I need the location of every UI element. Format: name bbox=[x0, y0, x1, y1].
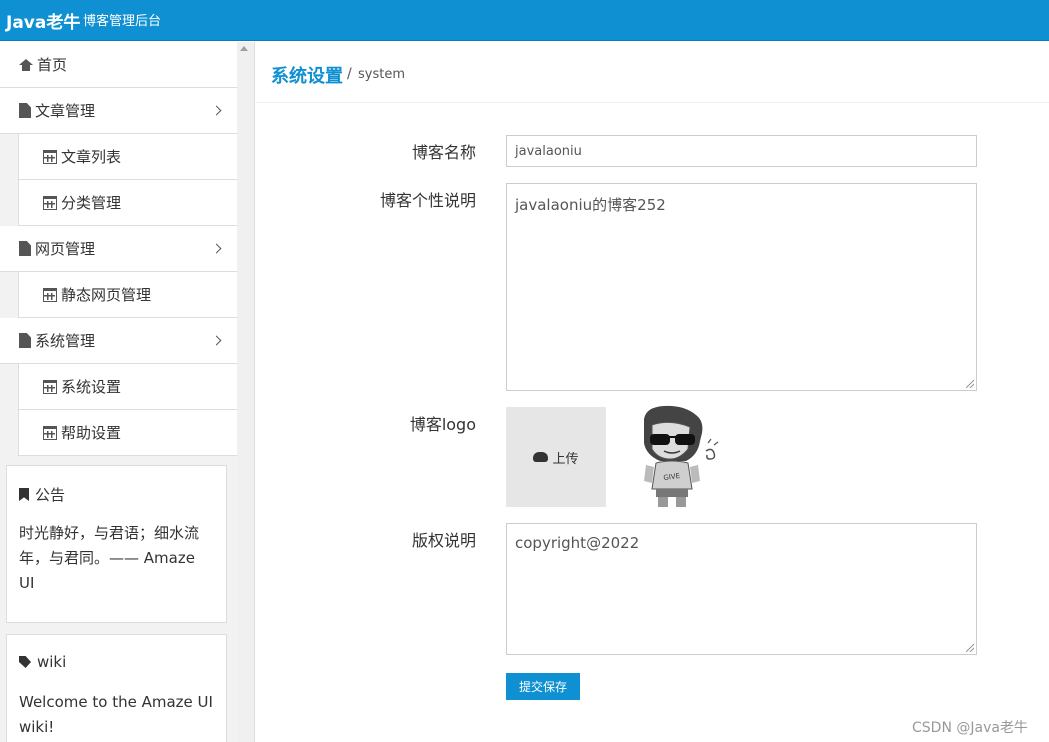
notice-line: 年，与君同。—— Amaze bbox=[19, 549, 195, 567]
file-icon bbox=[19, 103, 31, 118]
sidebar-nav: 首页 文章管理 文章列表 分类管理 网页管理 静态网页管理 系统管理 系统设置 … bbox=[0, 42, 237, 456]
notice-panel: 公告 时光静好，与君语；细水流 年，与君同。—— Amaze UI bbox=[6, 465, 227, 623]
blog-name-label: 博客名称 bbox=[411, 143, 476, 162]
notice-line: UI bbox=[19, 574, 35, 592]
calendar-icon bbox=[43, 195, 57, 210]
wiki-line: Welcome to the Amaze UI bbox=[19, 693, 213, 711]
sidebar-item-label: 文章列表 bbox=[61, 148, 122, 166]
notice-text: 时光静好，与君语；细水流 年，与君同。—— Amaze UI bbox=[19, 521, 219, 596]
sidebar-item-article-list[interactable]: 文章列表 bbox=[18, 134, 237, 180]
chevron-right-icon bbox=[211, 335, 222, 346]
sidebar-scrollbar[interactable] bbox=[237, 42, 254, 742]
sidebar-item-label: 帮助设置 bbox=[61, 424, 122, 442]
scroll-up-arrow-icon[interactable] bbox=[240, 46, 248, 51]
page-title: 系统设置 bbox=[271, 66, 343, 87]
wiki-panel-title: wiki bbox=[19, 653, 66, 671]
wiki-line: wiki! bbox=[19, 718, 55, 736]
resize-handle-icon[interactable] bbox=[966, 644, 974, 652]
blog-name-input[interactable]: javalaoniu bbox=[506, 135, 977, 167]
sidebar-item-label: 首页 bbox=[37, 56, 68, 74]
wiki-panel: wiki Welcome to the Amaze UI wiki! bbox=[6, 634, 227, 742]
file-icon bbox=[19, 333, 31, 348]
chevron-right-icon bbox=[211, 243, 222, 254]
notice-line: 时光静好，与君语；细水流 bbox=[19, 524, 200, 542]
upload-button[interactable]: 上传 bbox=[506, 407, 606, 507]
cloud-upload-icon bbox=[533, 452, 549, 462]
blog-description-textarea[interactable]: javalaoniu的博客252 bbox=[506, 183, 977, 391]
calendar-icon bbox=[43, 379, 57, 394]
copyright-textarea[interactable]: copyright@2022 bbox=[506, 523, 977, 655]
file-icon bbox=[19, 241, 31, 256]
wiki-title: wiki bbox=[37, 653, 67, 671]
submit-save-button[interactable]: 提交保存 bbox=[506, 673, 580, 700]
blog-logo-image: GIVE bbox=[644, 405, 719, 507]
sidebar-item-webpage-management[interactable]: 网页管理 bbox=[0, 226, 237, 272]
sidebar-item-home[interactable]: 首页 bbox=[0, 42, 237, 88]
sidebar-item-category-management[interactable]: 分类管理 bbox=[18, 180, 237, 226]
sidebar-item-label: 静态网页管理 bbox=[61, 286, 152, 304]
sidebar: 首页 文章管理 文章列表 分类管理 网页管理 静态网页管理 系统管理 系统设置 … bbox=[0, 42, 255, 742]
chevron-right-icon bbox=[211, 105, 222, 116]
bookmark-icon bbox=[19, 488, 29, 501]
brand-logo-text[interactable]: Java老牛 bbox=[6, 8, 80, 33]
calendar-icon bbox=[43, 425, 57, 440]
watermark: CSDN @Java老牛 bbox=[912, 720, 1028, 736]
sidebar-item-label: 系统管理 bbox=[35, 332, 96, 350]
sidebar-item-system-settings[interactable]: 系统设置 bbox=[18, 364, 237, 410]
brand-subtitle: 博客管理后台 bbox=[83, 14, 162, 29]
notice-title: 公告 bbox=[35, 486, 66, 504]
page-header: 系统设置 / system bbox=[256, 42, 1049, 103]
sidebar-item-article-management[interactable]: 文章管理 bbox=[0, 88, 237, 134]
notice-panel-title: 公告 bbox=[19, 484, 65, 505]
blog-description-value: javalaoniu的博客252 bbox=[515, 196, 666, 214]
sidebar-item-system-management[interactable]: 系统管理 bbox=[0, 318, 237, 364]
copyright-value: copyright@2022 bbox=[515, 534, 640, 552]
sidebar-item-label: 系统设置 bbox=[61, 378, 122, 396]
sidebar-item-label: 网页管理 bbox=[35, 240, 96, 258]
sidebar-item-label: 分类管理 bbox=[61, 194, 122, 212]
top-header-bar: Java老牛 博客管理后台 bbox=[0, 0, 1049, 41]
page-subtitle: system bbox=[358, 67, 405, 82]
calendar-icon bbox=[43, 149, 57, 164]
calendar-icon bbox=[43, 287, 57, 302]
home-icon bbox=[19, 58, 33, 71]
breadcrumb-separator: / bbox=[347, 66, 352, 82]
sidebar-item-help-settings[interactable]: 帮助设置 bbox=[18, 410, 237, 456]
blog-description-label: 博客个性说明 bbox=[379, 191, 476, 210]
sidebar-item-label: 文章管理 bbox=[35, 102, 96, 120]
wiki-text: Welcome to the Amaze UI wiki! bbox=[19, 690, 219, 740]
copyright-label: 版权说明 bbox=[411, 531, 476, 550]
tag-icon bbox=[19, 656, 31, 668]
upload-label: 上传 bbox=[552, 451, 579, 467]
sidebar-item-static-page-management[interactable]: 静态网页管理 bbox=[18, 272, 237, 318]
main-content: 系统设置 / system 博客名称 javalaoniu 博客个性说明 jav… bbox=[256, 42, 1049, 742]
blog-logo-label: 博客logo bbox=[409, 415, 476, 434]
resize-handle-icon[interactable] bbox=[966, 380, 974, 388]
